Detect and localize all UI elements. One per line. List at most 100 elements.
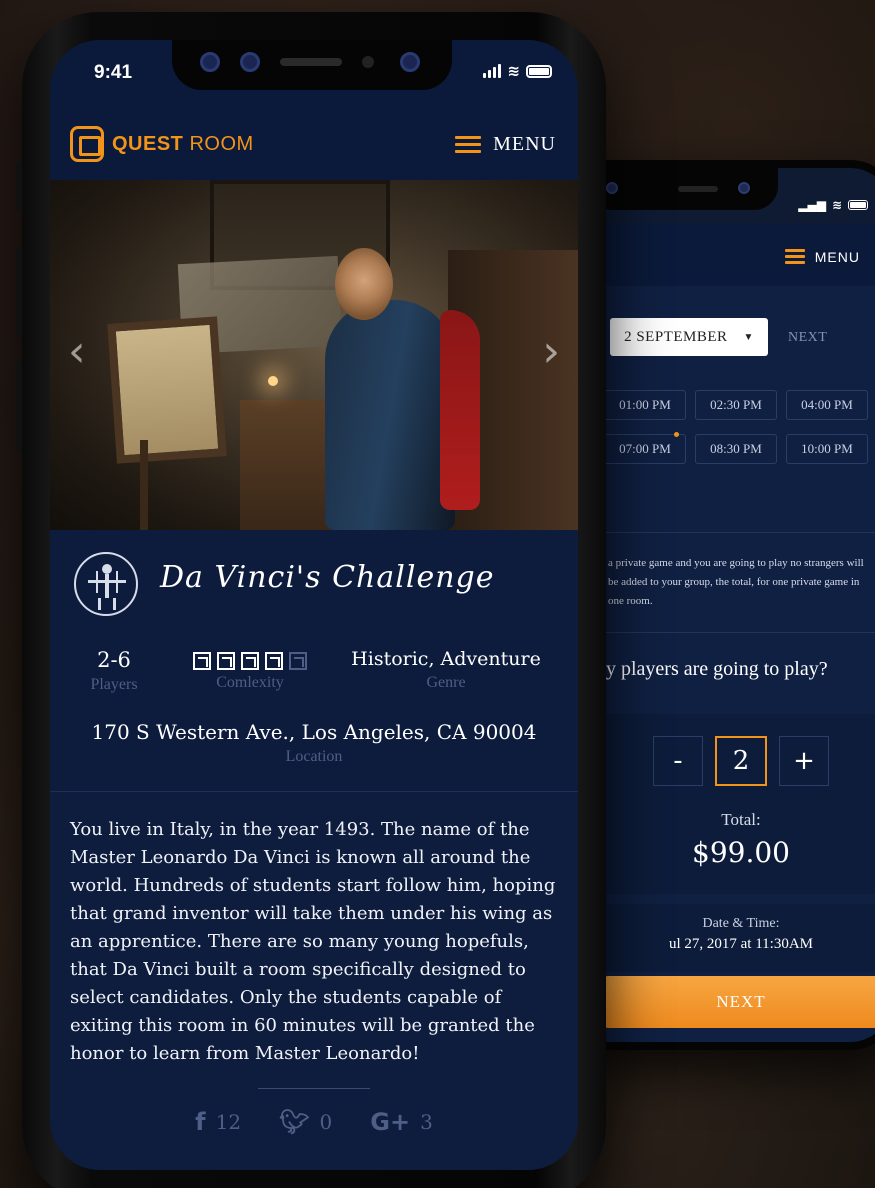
complexity-square-icon [217,652,235,670]
genre-stat: Historic, Adventure Genre [346,648,546,692]
facebook-share[interactable]: f 12 [195,1108,241,1136]
complexity-square-icon [193,652,211,670]
hero-image: ‹ › [50,180,578,530]
time-slot[interactable]: 07:00 PM [604,432,686,464]
google-plus-count: 3 [420,1110,433,1134]
twitter-count: 0 [319,1110,333,1134]
quest-room-logo-icon [70,126,104,162]
genre-value: Historic, Adventure [351,648,541,670]
time-slot[interactable]: 01:00 PM [604,390,686,420]
chevron-right-icon[interactable]: › [542,330,560,374]
booking-phone: ▂▄▆ ≋ MENU 2 SEPTEMBER ▼ NEXT 01:00 PM 0… [560,160,875,1050]
speaker-icon [280,58,342,66]
time-slot[interactable]: 04:00 PM [786,390,868,420]
hamburger-icon [455,132,482,157]
easel-drawing [107,316,227,464]
menu-button[interactable]: MENU [455,132,556,157]
players-stat: 2-6 Players [70,648,158,694]
figure-head [335,248,393,320]
address-label: Location [285,748,343,765]
camera-icon [606,182,618,194]
vitruvian-man-icon [74,552,138,616]
menu-button[interactable]: MENU [784,246,860,267]
status-time: 9:41 [94,62,133,83]
wifi-icon: ≋ [831,198,842,212]
status-bar: 9:41 ≋ [50,40,578,108]
social-share: f 12 🐦︎ 0 G+ 3 [50,1108,578,1136]
genre-label: Genre [426,674,466,691]
complexity-rating [170,652,330,670]
app-header: MENU [568,224,875,286]
twitter-share[interactable]: 🐦︎ 0 [279,1108,332,1136]
facebook-icon: f [195,1108,206,1136]
notch [172,40,452,90]
description-text: You live in Italy, in the year 1493. The… [70,819,556,1064]
status-icons: ▂▄▆ ≋ [798,198,868,212]
signal-icon [483,64,502,78]
date-value: 2 SEPTEMBER [624,328,728,345]
facebook-count: 12 [215,1110,242,1134]
menu-label: MENU [814,248,860,265]
battery-icon [526,64,552,78]
decrement-button[interactable]: - [653,736,703,786]
next-day-link[interactable]: NEXT [788,330,827,346]
quest-phone: 9:41 ≋ QUEST ROOM MENU ‹ › Da Vinci's Ch… [16,12,606,1188]
total-label: Total: [721,810,761,829]
total-value: $99.00 [692,836,790,869]
twitter-icon: 🐦︎ [279,1108,310,1136]
app-header: QUEST ROOM MENU [50,108,578,180]
player-counter-panel: - 2 + Total: $99.00 [604,714,875,894]
next-button[interactable]: NEXT [604,976,875,1028]
datetime-label: Date & Time: [702,916,780,931]
players-value: 2-6 [97,648,131,672]
complexity-square-icon [265,652,283,670]
divider [604,532,875,533]
status-bar: ▂▄▆ ≋ [568,168,875,224]
speaker-icon [678,186,718,192]
menu-label: MENU [493,133,556,155]
camera-icon [200,52,220,72]
quest-screen: 9:41 ≋ QUEST ROOM MENU ‹ › Da Vinci's Ch… [50,40,578,1170]
description-section: You live in Italy, in the year 1493. The… [50,792,578,1170]
player-count[interactable]: 2 [715,736,767,786]
caret-down-icon: ▼ [743,331,754,343]
time-slots: 01:00 PM 02:30 PM 04:00 PM 07:00 PM 08:3… [604,390,868,464]
players-question: y players are going to play? [606,658,828,680]
private-game-note: a private game and you are going to play… [608,557,864,607]
signal-icon: ▂▄▆ [798,198,826,212]
camera-icon [738,182,750,194]
divider [258,1088,370,1089]
mute-switch [16,162,22,212]
volume-down-button [16,362,22,452]
date-select[interactable]: 2 SEPTEMBER ▼ [610,318,768,356]
battery-icon [848,200,868,210]
wifi-icon: ≋ [507,62,520,80]
notch [588,168,778,210]
camera-icon [400,52,420,72]
easel-leg [140,440,148,530]
time-slot-label: 07:00 PM [619,441,671,456]
complexity-label: Comlexity [216,674,284,691]
volume-up-button [16,248,22,338]
datetime-panel: Date & Time: ul 27, 2017 at 11:30AM [604,904,875,972]
time-slot[interactable]: 02:30 PM [695,390,777,420]
highlight-dot-icon [674,432,679,437]
status-icons: ≋ [483,62,552,80]
logo[interactable]: QUEST ROOM [70,126,254,162]
page-title: Da Vinci's Challenge [160,560,495,595]
quest-info: Da Vinci's Challenge 2-6 Players Comlexi… [50,530,578,792]
hamburger-icon [784,246,805,267]
chevron-left-icon[interactable]: ‹ [68,330,86,374]
google-plus-share[interactable]: G+ 3 [370,1108,433,1136]
candle [268,376,278,386]
increment-button[interactable]: + [779,736,829,786]
time-slot[interactable]: 08:30 PM [695,434,777,464]
time-slot[interactable]: 10:00 PM [786,434,868,464]
complexity-square-icon [289,652,307,670]
players-label: Players [90,676,138,693]
complexity-square-icon [241,652,259,670]
datetime-value: ul 27, 2017 at 11:30AM [668,936,814,952]
complexity-stat: Comlexity [170,648,330,692]
quantity-stepper: - 2 + [604,736,875,786]
google-plus-icon: G+ [370,1108,411,1136]
